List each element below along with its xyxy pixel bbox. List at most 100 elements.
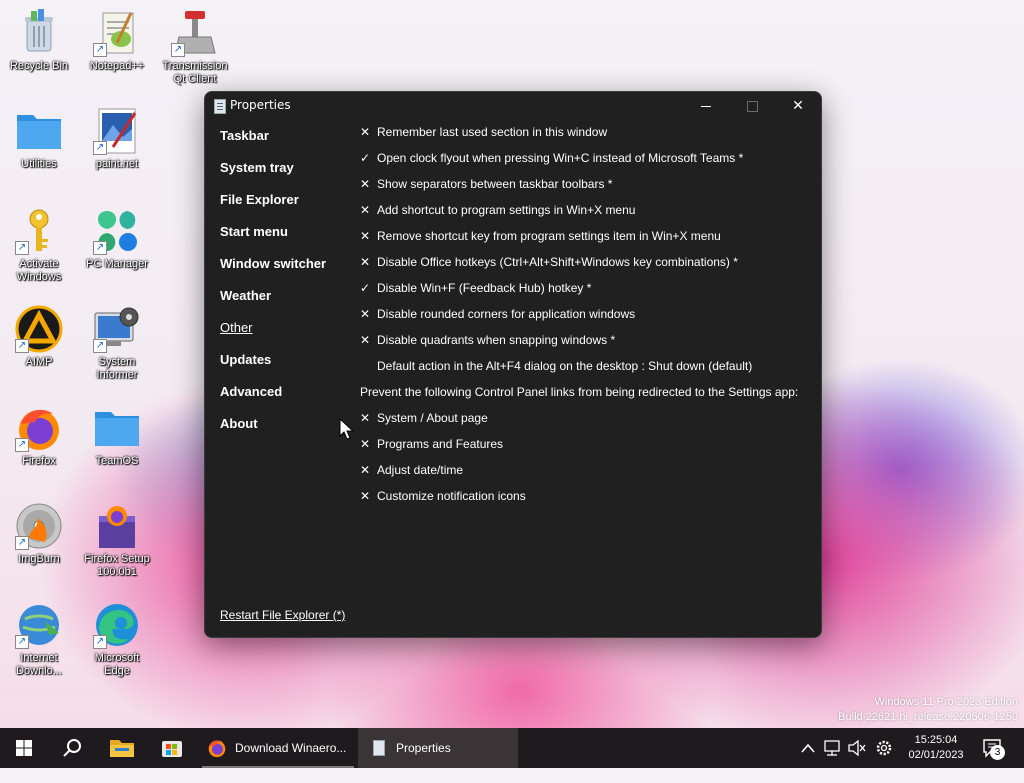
clock-date: 02/01/2023	[908, 749, 964, 761]
windows-edition-watermark: Windows 11 Pro 2023 Edition Build 22621.…	[838, 695, 1018, 725]
shortcut-arrow-icon: ↗	[15, 339, 29, 353]
shortcut-arrow-icon: ↗	[15, 241, 29, 255]
checkbox-off-icon: ✕	[360, 203, 371, 217]
notification-count-badge: 3	[990, 745, 1005, 760]
desktop-icon-notepad-plus-plus[interactable]: ↗ Notepad++	[81, 9, 153, 73]
minimize-button[interactable]	[683, 92, 729, 120]
desktop-icon-transmission[interactable]: ↗ Transmission Qt Client	[159, 9, 231, 86]
option-disable-rounded-corners[interactable]: ✕ Disable rounded corners for applicatio…	[360, 307, 810, 333]
nav-item-file-explorer[interactable]: File Explorer	[220, 192, 326, 224]
option-label: Remember last used section in this windo…	[377, 125, 608, 139]
transmission-icon: ↗	[171, 9, 219, 57]
desktop-icon-recycle-bin[interactable]: Recycle Bin	[3, 9, 75, 73]
desktop-icon-pc-manager[interactable]: ↗ PC Manager	[81, 207, 153, 271]
desktop-icon-label: Utilities	[21, 158, 57, 170]
notepad-plus-plus-icon: ↗	[93, 9, 141, 57]
desktop-icon-aimp[interactable]: ↗ AIMP	[3, 305, 75, 369]
desktop-icon-system-informer[interactable]: ↗ System Informer	[81, 305, 153, 382]
maximize-button[interactable]	[729, 92, 775, 120]
mouse-cursor-icon	[339, 417, 355, 444]
microsoft-store-taskbar-button[interactable]	[156, 728, 188, 768]
search-button[interactable]	[56, 728, 88, 768]
start-button[interactable]	[8, 728, 40, 768]
nav-item-advanced[interactable]: Advanced	[220, 384, 326, 416]
volume-muted-icon	[848, 739, 866, 757]
imgburn-icon: ↗	[15, 502, 63, 550]
idm-icon: ↗	[15, 601, 63, 649]
shortcut-arrow-icon: ↗	[93, 339, 107, 353]
checkbox-off-icon: ✕	[360, 411, 371, 425]
option-taskbar-separators[interactable]: ✕ Show separators between taskbar toolba…	[360, 177, 810, 203]
properties-window: Properties ✕ Taskbar System tray File Ex…	[204, 91, 822, 638]
desktop-icon-label: System Informer	[96, 356, 138, 381]
section-header-text: Prevent the following Control Panel link…	[360, 385, 799, 399]
notification-center-button[interactable]: 3	[980, 728, 1010, 768]
option-label: Show separators between taskbar toolbars…	[377, 177, 613, 191]
close-button[interactable]: ✕	[775, 92, 821, 120]
shortcut-arrow-icon: ↗	[93, 141, 107, 155]
taskbar-app-properties[interactable]: Properties	[358, 728, 518, 768]
option-label: Remove shortcut key from program setting…	[377, 229, 721, 243]
file-explorer-taskbar-button[interactable]	[106, 728, 138, 768]
nav-item-system-tray[interactable]: System tray	[220, 160, 326, 192]
option-alt-f4-default-action[interactable]: Default action in the Alt+F4 dialog on t…	[360, 359, 810, 385]
nav-item-other[interactable]: Other	[220, 320, 326, 352]
settings-tray-button[interactable]	[873, 728, 895, 768]
firefox-setup-icon	[93, 502, 141, 550]
restart-file-explorer-link[interactable]: Restart File Explorer (*)	[220, 608, 345, 622]
option-customize-notification-icons[interactable]: ✕ Customize notification icons	[360, 489, 810, 515]
nav-item-updates[interactable]: Updates	[220, 352, 326, 384]
taskbar-app-label: Properties	[396, 741, 451, 755]
option-disable-office-hotkeys[interactable]: ✕ Disable Office hotkeys (Ctrl+Alt+Shift…	[360, 255, 810, 281]
checkbox-off-icon: ✕	[360, 229, 371, 243]
chevron-up-icon	[801, 743, 815, 753]
minimize-icon	[701, 105, 711, 107]
windows-logo-icon	[16, 740, 32, 756]
option-label: Open clock flyout when pressing Win+C in…	[377, 151, 744, 165]
desktop-icon-activate-windows[interactable]: ↗ Activate Windows	[3, 207, 75, 284]
desktop-icon-paint-net[interactable]: ↗ paint.net	[81, 107, 153, 171]
desktop-icon-firefox[interactable]: ↗ Firefox	[3, 404, 75, 468]
desktop-icon-utilities[interactable]: Utilities	[3, 107, 75, 171]
desktop-icon-label: Activate Windows	[16, 258, 62, 283]
network-button[interactable]	[821, 728, 843, 768]
desktop-icon-label: Internet Downlo...	[16, 652, 62, 677]
nav-item-weather[interactable]: Weather	[220, 288, 326, 320]
nav-item-window-switcher[interactable]: Window switcher	[220, 256, 326, 288]
section-header: Prevent the following Control Panel link…	[360, 385, 810, 411]
option-system-about-page[interactable]: ✕ System / About page	[360, 411, 810, 437]
option-label: Customize notification icons	[377, 489, 526, 503]
desktop-icon-internet-download-manager[interactable]: ↗ Internet Downlo...	[3, 601, 75, 678]
option-remove-shortcut-key[interactable]: ✕ Remove shortcut key from program setti…	[360, 229, 810, 255]
taskbar-clock[interactable]: 15:25:04 02/01/2023	[901, 733, 971, 763]
section-nav: Taskbar System tray File Explorer Start …	[220, 128, 326, 448]
desktop-icon-teamos[interactable]: TeamOS	[81, 404, 153, 468]
option-label: Disable quadrants when snapping windows …	[377, 333, 616, 347]
option-disable-quadrants[interactable]: ✕ Disable quadrants when snapping window…	[360, 333, 810, 359]
volume-button[interactable]	[846, 728, 868, 768]
option-adjust-date-time[interactable]: ✕ Adjust date/time	[360, 463, 810, 489]
firefox-icon: ↗	[15, 404, 63, 452]
nav-item-start-menu[interactable]: Start menu	[220, 224, 326, 256]
nav-item-about[interactable]: About	[220, 416, 326, 448]
option-winx-shortcut[interactable]: ✕ Add shortcut to program settings in Wi…	[360, 203, 810, 229]
option-label: Add shortcut to program settings in Win+…	[377, 203, 636, 217]
option-disable-win-f[interactable]: ✓ Disable Win+F (Feedback Hub) hotkey *	[360, 281, 810, 307]
show-hidden-icons-button[interactable]	[798, 728, 818, 768]
desktop-icon-firefox-setup[interactable]: Firefox Setup 100.0b1	[81, 502, 153, 579]
checkbox-off-icon: ✕	[360, 255, 371, 269]
option-programs-features[interactable]: ✕ Programs and Features	[360, 437, 810, 463]
checkbox-off-icon: ✕	[360, 177, 371, 191]
taskbar-app-firefox[interactable]: Download Winaero...	[202, 728, 354, 768]
desktop-icon-label: TeamOS	[95, 455, 139, 467]
desktop-icon-label: Notepad++	[89, 60, 145, 72]
nav-item-taskbar[interactable]: Taskbar	[220, 128, 326, 160]
title-bar[interactable]: Properties ✕	[205, 92, 821, 120]
properties-icon	[373, 740, 385, 756]
desktop-icon-imgburn[interactable]: ↗ ImgBurn	[3, 502, 75, 566]
option-clock-flyout-win-c[interactable]: ✓ Open clock flyout when pressing Win+C …	[360, 151, 810, 177]
option-remember-last-section[interactable]: ✕ Remember last used section in this win…	[360, 125, 810, 151]
close-icon: ✕	[792, 98, 804, 114]
desktop-icon-microsoft-edge[interactable]: ↗ Microsoft Edge	[81, 601, 153, 678]
checkbox-off-icon: ✕	[360, 489, 371, 503]
